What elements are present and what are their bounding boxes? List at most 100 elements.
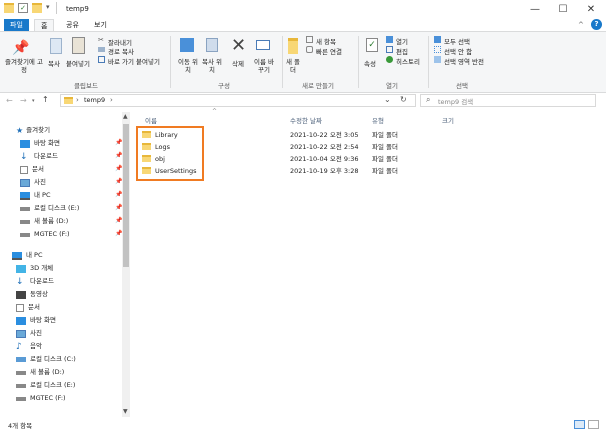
close-button[interactable]: ✕ — [576, 0, 606, 18]
highlight-box — [136, 126, 204, 181]
move-to-button[interactable]: 이동 위치 — [176, 58, 200, 74]
sidebar-item-pictures[interactable]: 사진 — [20, 176, 46, 189]
sidebar-item-label: 내 PC — [34, 191, 51, 199]
sidebar-item-drive-f[interactable]: MGTEC (F:) — [20, 228, 70, 241]
sidebar-item-drive-f-pc[interactable]: MGTEC (F:) — [16, 392, 66, 405]
new-folder-icon — [288, 38, 298, 54]
invert-selection-button[interactable]: 선택 영역 반전 — [444, 56, 484, 66]
search-icon: ⌕ — [426, 95, 431, 104]
copy-path-button[interactable]: 경로 복사 — [108, 46, 134, 56]
sidebar-item-videos[interactable]: 동영상 — [16, 288, 48, 301]
properties-button[interactable]: 속성 — [364, 58, 376, 68]
new-folder-button[interactable]: 새 폴더 — [284, 58, 302, 74]
pictures-icon — [16, 329, 26, 338]
sidebar-item-music[interactable]: ♪ 음악 — [16, 340, 42, 353]
sidebar-item-documents-pc[interactable]: 문서 — [16, 301, 40, 314]
breadcrumb-separator[interactable]: › — [110, 96, 113, 104]
sidebar-item-label: 3D 개체 — [30, 264, 54, 272]
sidebar-item-label: 문서 — [28, 303, 40, 311]
breadcrumb-temp9[interactable]: temp9 — [84, 96, 105, 104]
sidebar-item-3d-objects[interactable]: 3D 개체 — [16, 262, 53, 275]
refresh-button[interactable]: ↻ — [400, 95, 407, 104]
sidebar-item-drive-d[interactable]: 새 볼륨 (D:) — [20, 215, 68, 228]
sidebar-item-drive-d-pc[interactable]: 새 볼륨 (D:) — [16, 366, 64, 379]
scroll-up-icon[interactable]: ▲ — [123, 113, 128, 120]
sidebar-item-drive-e[interactable]: 로컬 디스크 (E:) — [20, 202, 79, 215]
address-dropdown-icon[interactable]: ⌄ — [384, 95, 391, 104]
sidebar-item-label: 다운로드 — [34, 152, 58, 160]
drive-icon — [16, 370, 26, 375]
up-button[interactable]: ↑ — [42, 95, 49, 104]
open-button[interactable]: 열기 — [396, 36, 408, 46]
new-folder-quick-icon[interactable] — [32, 3, 42, 13]
sidebar-item-downloads[interactable]: ↓ 다운로드 — [20, 150, 58, 163]
sidebar-scrollbar-thumb[interactable] — [123, 124, 129, 267]
collapse-ribbon-icon[interactable]: ^ — [578, 21, 584, 29]
tab-share[interactable]: 공유 — [60, 19, 85, 31]
rename-button[interactable]: 이름 바꾸기 — [252, 58, 276, 74]
sidebar-item-drive-c[interactable]: 로컬 디스크 (C:) — [16, 353, 76, 366]
copy-to-button[interactable]: 복사 위치 — [200, 58, 224, 74]
column-header-modified[interactable]: 수정한 날짜 — [290, 115, 322, 125]
details-view-icon[interactable] — [574, 420, 585, 429]
invert-selection-icon — [434, 56, 441, 63]
recent-locations-icon[interactable]: ▾ — [32, 98, 35, 104]
column-header-name[interactable]: 이름 — [145, 115, 157, 125]
sidebar-item-pictures-pc[interactable]: 사진 — [16, 327, 42, 340]
sidebar-item-label: 바탕 화면 — [34, 139, 60, 147]
new-group-label: 새로 만들기 — [302, 82, 334, 90]
sidebar-item-downloads-pc[interactable]: ↓ 다운로드 — [16, 275, 54, 288]
file-modified: 2021-10-19 오후 3:28 — [290, 167, 359, 175]
paste-button[interactable]: 붙여넣기 — [66, 58, 90, 68]
desktop-icon — [20, 139, 30, 148]
tab-home[interactable]: 홈 — [34, 19, 55, 31]
computer-icon — [20, 191, 30, 200]
sidebar-item-this-pc-quick[interactable]: 내 PC — [20, 189, 51, 202]
sidebar-item-label: 바탕 화면 — [30, 316, 56, 324]
quick-access-dropdown-icon[interactable]: ▾ — [46, 3, 50, 11]
sidebar-item-documents[interactable]: 문서 — [20, 163, 44, 176]
address-bar[interactable] — [60, 94, 416, 107]
drive-icon — [20, 206, 30, 211]
select-none-button[interactable]: 선택 안 함 — [444, 46, 472, 56]
back-button[interactable]: ← — [6, 96, 13, 105]
minimize-button[interactable]: — — [520, 0, 550, 18]
new-item-button[interactable]: 새 항목 — [316, 36, 336, 46]
tab-view[interactable]: 보기 — [88, 19, 113, 31]
breadcrumb-separator[interactable]: › — [76, 96, 79, 104]
large-icons-view-icon[interactable] — [588, 420, 599, 429]
history-button[interactable]: 히스토리 — [396, 56, 420, 66]
history-icon — [386, 56, 393, 63]
sidebar-item-label: 사진 — [34, 178, 46, 186]
sidebar-item-desktop[interactable]: 바탕 화면 — [20, 137, 60, 150]
sidebar-item-label: 새 볼륨 (D:) — [34, 217, 69, 225]
sidebar-item-drive-e-pc[interactable]: 로컬 디스크 (E:) — [16, 379, 75, 392]
file-type: 파일 폴더 — [372, 131, 398, 139]
delete-icon: ✕ — [231, 35, 247, 56]
sidebar-item-quick-access[interactable]: ★ 즐겨찾기 — [16, 124, 50, 137]
maximize-button[interactable]: ☐ — [548, 0, 578, 18]
file-modified: 2021-10-04 오전 9:36 — [290, 155, 359, 163]
scroll-down-icon[interactable]: ▼ — [123, 408, 128, 415]
column-header-size[interactable]: 크기 — [442, 115, 454, 125]
forward-button[interactable]: → — [20, 96, 27, 105]
help-icon[interactable]: ? — [591, 19, 602, 30]
sidebar-item-this-pc[interactable]: 내 PC — [12, 249, 43, 262]
sidebar-item-label: 로컬 디스크 (E:) — [30, 381, 76, 389]
file-modified: 2021-10-22 오전 2:54 — [290, 143, 359, 151]
pin-quick-access-button[interactable]: 즐겨찾기에 고정 — [4, 58, 44, 74]
column-header-type[interactable]: 유형 — [372, 115, 384, 125]
document-icon — [16, 303, 24, 312]
properties-quick-icon[interactable]: ✓ — [18, 3, 28, 13]
easy-access-button[interactable]: 빠른 연결 — [316, 46, 342, 56]
select-all-button[interactable]: 모두 선택 — [444, 36, 470, 46]
divider — [358, 36, 359, 88]
tab-file[interactable]: 파일 — [4, 19, 29, 31]
paste-shortcut-button[interactable]: 바로 가기 붙여넣기 — [108, 56, 160, 66]
edit-icon — [386, 46, 393, 53]
delete-button[interactable]: 삭제 — [232, 58, 244, 68]
divider — [170, 36, 171, 88]
sidebar-item-desktop-pc[interactable]: 바탕 화면 — [16, 314, 56, 327]
copy-button[interactable]: 복사 — [48, 58, 60, 68]
edit-button[interactable]: 편집 — [396, 46, 408, 56]
